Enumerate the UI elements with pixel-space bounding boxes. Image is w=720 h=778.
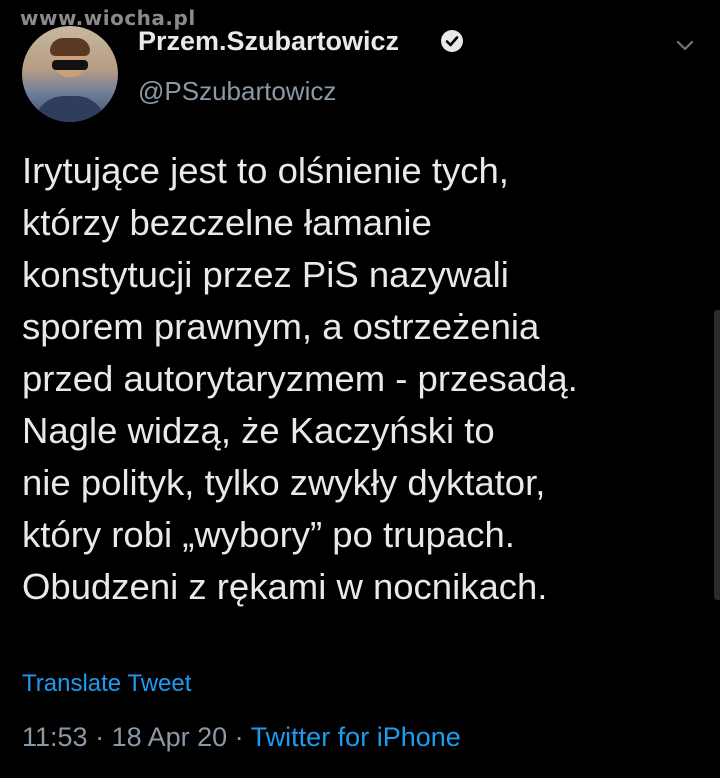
tweet-time[interactable]: 11:53 (22, 722, 88, 752)
user-handle[interactable]: @PSzubartowicz (138, 76, 336, 107)
avatar-hair (50, 38, 90, 56)
meta-separator: · (87, 722, 112, 752)
tweet-header: Przem.Szubartowicz @PSzubartowicz (22, 26, 720, 126)
avatar[interactable] (22, 26, 118, 122)
translate-tweet-link[interactable]: Translate Tweet (22, 670, 191, 698)
verified-badge-icon (441, 30, 463, 52)
tweet-meta: 11:53 · 18 Apr 20 · Twitter for iPhone (22, 722, 461, 753)
display-name[interactable]: Przem.Szubartowicz (138, 26, 399, 57)
avatar-glasses (52, 60, 88, 70)
scroll-edge (714, 310, 720, 600)
meta-separator: · (227, 722, 251, 752)
avatar-shirt (34, 96, 106, 122)
tweet-date[interactable]: 18 Apr 20 (112, 722, 228, 752)
tweet-text: Irytujące jest to olśnienie tych, którzy… (22, 150, 578, 607)
chevron-down-icon[interactable] (674, 34, 696, 56)
tweet-source[interactable]: Twitter for iPhone (251, 722, 461, 752)
